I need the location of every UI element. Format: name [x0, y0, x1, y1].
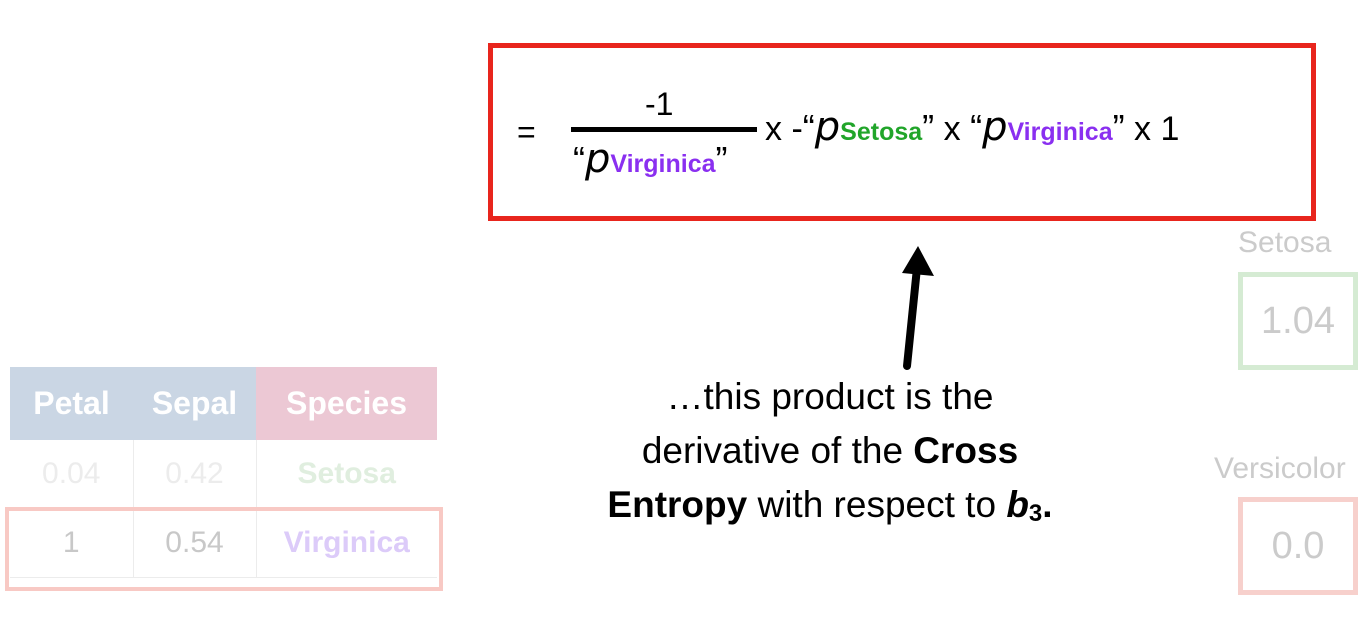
setosa-subscript: Setosa [840, 118, 923, 146]
table-cell: 0.04 [10, 440, 134, 509]
virginica-subscript: Virginica [610, 150, 716, 178]
caption-line-2: derivative of the Cross [641, 430, 1019, 471]
equals-sign: = [517, 114, 536, 150]
fraction-bar [571, 127, 757, 132]
setosa-node-label: Setosa [1238, 226, 1332, 259]
header-sepal: Sepal [133, 367, 256, 440]
caption-line-1: …this product is the [666, 376, 994, 417]
versicolor-node-value: 0.0 [1238, 497, 1358, 595]
header-petal: Petal [10, 367, 133, 440]
equation-box: = -1 “pVirginica” x -“pSetosa” x “pVirgi… [488, 43, 1316, 221]
up-arrow-icon [902, 246, 934, 370]
versicolor-node-label: Versicolor [1214, 452, 1346, 485]
virginica-subscript: Virginica [1007, 118, 1113, 146]
caption-line-3: Entropy with respect to b3. [607, 484, 1053, 527]
explanation-caption: …this product is the derivative of the C… [540, 370, 1120, 541]
fraction-numerator: -1 [645, 86, 674, 122]
equation-product: x -“pSetosa” x “pVirginica” x 1 [765, 104, 1180, 150]
header-species: Species [256, 367, 437, 440]
table-row: 0.04 0.42 Setosa [10, 440, 437, 509]
row-highlight [5, 507, 443, 591]
table-cell: 0.42 [133, 440, 257, 509]
table-cell: Setosa [256, 440, 437, 509]
b3-symbol: b3 [1006, 484, 1043, 527]
setosa-node-value: 1.04 [1238, 272, 1358, 370]
table-header-row: Petal Sepal Species [10, 367, 437, 440]
fraction-denominator: “pVirginica” [573, 136, 728, 182]
